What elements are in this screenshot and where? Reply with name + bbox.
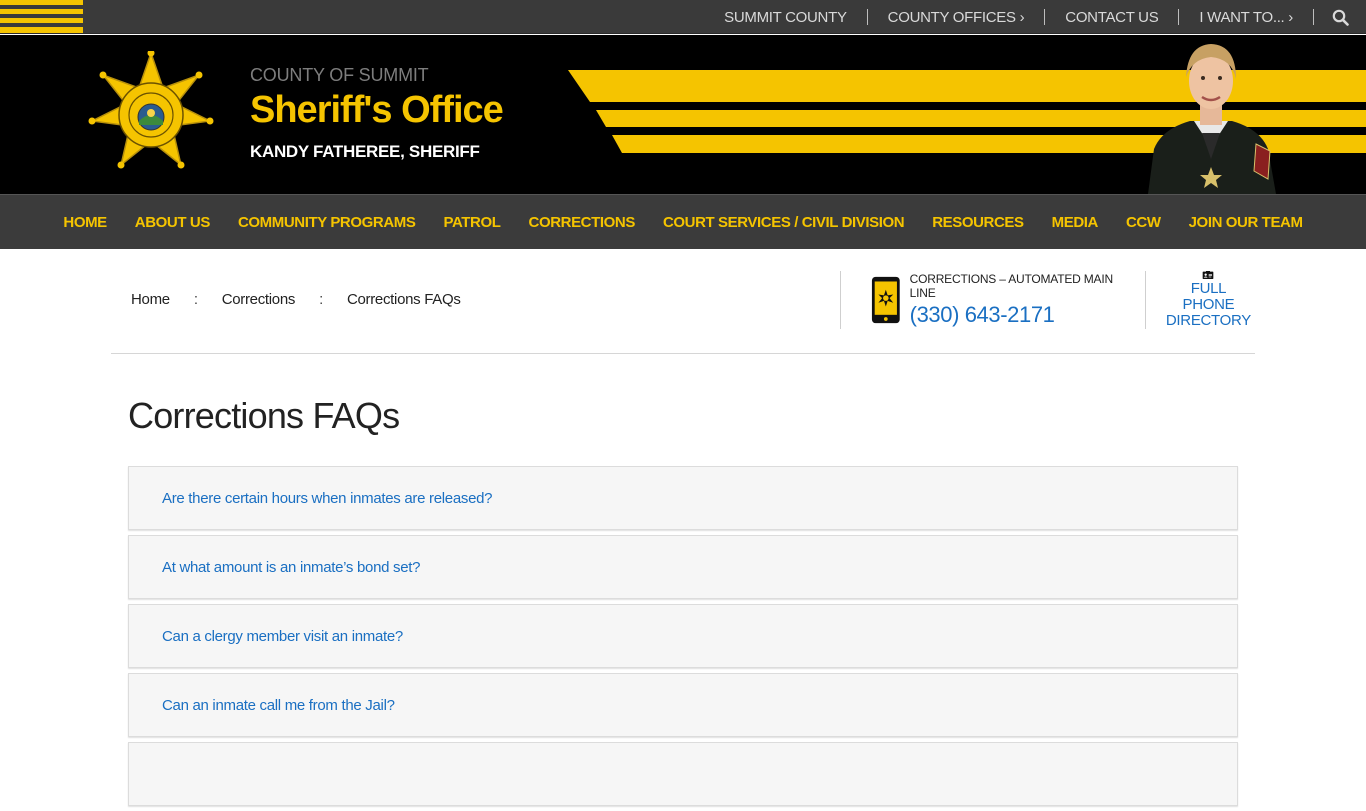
search-icon [1332, 9, 1349, 26]
faq-question[interactable]: Are there certain hours when inmates are… [162, 490, 493, 507]
utility-bar: SUMMIT COUNTY COUNTY OFFICES › CONTACT U… [0, 0, 1366, 34]
sheriff-badge-logo[interactable] [88, 51, 214, 175]
faq-item[interactable]: Can a clergy member visit an inmate? [128, 604, 1238, 668]
mobile-phone-icon [871, 276, 900, 324]
utility-links: SUMMIT COUNTY COUNTY OFFICES › CONTACT U… [704, 0, 1366, 34]
site-header: COUNTY OF SUMMIT Sheriff's Office KANDY … [0, 35, 1366, 194]
search-button[interactable] [1314, 0, 1366, 34]
nav-about-us[interactable]: ABOUT US [121, 214, 224, 231]
breadcrumb-home[interactable]: Home [131, 291, 170, 308]
phone-text: CORRECTIONS – AUTOMATED MAIN LINE (330) … [910, 272, 1125, 328]
util-link-county-offices[interactable]: COUNTY OFFICES › [868, 9, 1045, 26]
faq-question[interactable]: Can an inmate call me from the Jail? [162, 697, 395, 714]
nav-media[interactable]: MEDIA [1038, 214, 1112, 231]
main-nav: HOME ABOUT US COMMUNITY PROGRAMS PATROL … [0, 194, 1366, 249]
contact-card-icon [1203, 271, 1214, 279]
stripes-logo-mini [0, 0, 83, 34]
nav-ccw[interactable]: CCW [1112, 214, 1175, 231]
nav-join-our-team[interactable]: JOIN OUR TEAM [1175, 214, 1317, 231]
nav-resources[interactable]: RESOURCES [918, 214, 1037, 231]
directory-label-line-1: FULL PHONE [1182, 280, 1235, 313]
sheriff-name: KANDY FATHEREE, SHERIFF [250, 142, 480, 161]
faq-item[interactable] [128, 742, 1238, 806]
util-link-i-want-to[interactable]: I WANT TO... › [1179, 9, 1313, 26]
breadcrumb-corrections[interactable]: Corrections [222, 291, 296, 308]
phone-label: CORRECTIONS – AUTOMATED MAIN LINE [909, 272, 1114, 300]
directory-label-line-2: DIRECTORY [1165, 312, 1251, 329]
util-link-contact-us[interactable]: CONTACT US [1045, 9, 1178, 26]
county-of-label: COUNTY OF SUMMIT [250, 65, 429, 85]
faq-question[interactable]: At what amount is an inmate’s bond set? [162, 559, 420, 576]
breadcrumb-row: Home : Corrections : Corrections FAQs CO… [111, 249, 1255, 354]
faq-item[interactable]: At what amount is an inmate’s bond set? [128, 535, 1238, 599]
office-title[interactable]: Sheriff's Office [250, 89, 504, 132]
util-link-summit-county[interactable]: SUMMIT COUNTY [704, 9, 867, 26]
contact-box: CORRECTIONS – AUTOMATED MAIN LINE (330) … [840, 271, 1255, 329]
page-title: Corrections FAQs [128, 395, 400, 436]
nav-home[interactable]: HOME [49, 214, 120, 231]
nav-court-services[interactable]: COURT SERVICES / CIVIL DIVISION [649, 214, 918, 231]
nav-patrol[interactable]: PATROL [429, 214, 514, 231]
breadcrumb: Home : Corrections : Corrections FAQs [131, 291, 461, 308]
breadcrumb-separator: : [319, 291, 323, 308]
breadcrumb-separator: : [193, 291, 198, 308]
phone-directory-link[interactable]: FULL PHONE DIRECTORY [1144, 271, 1255, 329]
sheriff-portrait [1148, 44, 1276, 194]
faq-item[interactable]: Can an inmate call me from the Jail? [128, 673, 1238, 737]
phone-number-link[interactable]: (330) 643-2171 [910, 302, 1125, 328]
faq-question[interactable]: Can a clergy member visit an inmate? [162, 628, 403, 645]
faq-item[interactable]: Are there certain hours when inmates are… [128, 466, 1238, 530]
nav-community-programs[interactable]: COMMUNITY PROGRAMS [224, 214, 430, 231]
breadcrumb-current: Corrections FAQs [346, 291, 461, 308]
directory-label: FULL PHONE DIRECTORY [1166, 281, 1251, 329]
nav-corrections[interactable]: CORRECTIONS [515, 214, 649, 231]
faq-list: Are there certain hours when inmates are… [128, 466, 1238, 811]
